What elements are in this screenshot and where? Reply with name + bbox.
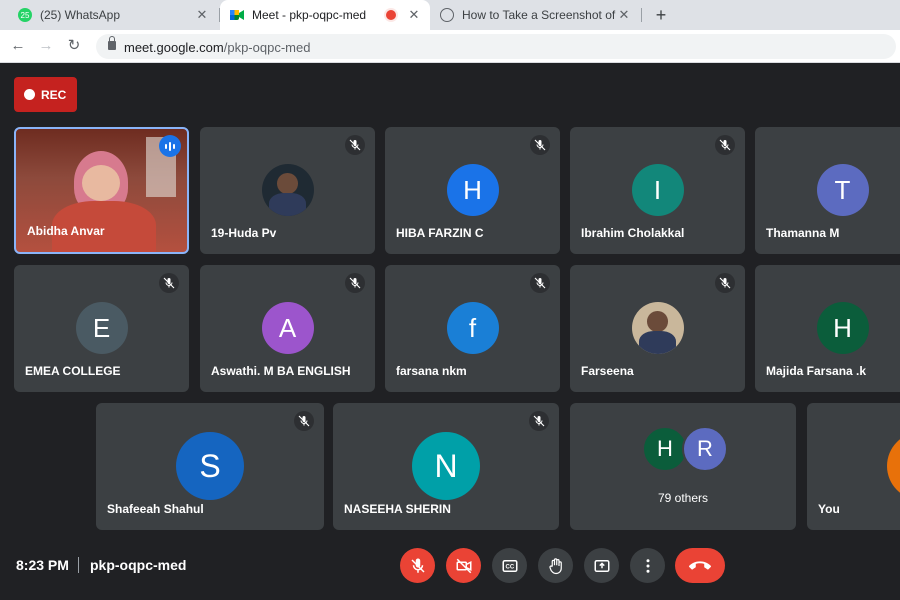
avatar: H — [446, 164, 499, 216]
participant-tile[interactable]: 19-Huda Pv — [200, 127, 375, 254]
participant-name: Farseena — [581, 364, 634, 378]
tab-whatsapp[interactable]: 25 (25) WhatsApp ✕ — [8, 0, 218, 30]
clock: 8:23 PM — [16, 557, 69, 573]
recording-dot-icon — [386, 10, 396, 20]
avatar: f — [446, 302, 499, 354]
participant-tile[interactable]: S Shafeeah Shahul — [96, 403, 324, 530]
avatar: N — [412, 432, 480, 500]
participant-tile[interactable]: A Aswathi. M BA ENGLISH — [200, 265, 375, 392]
tab-article[interactable]: How to Take a Screenshot of a Go ✕ — [430, 0, 640, 30]
participant-name: 19-Huda Pv — [211, 226, 277, 240]
globe-icon — [440, 8, 454, 22]
muted-mic-icon — [715, 135, 735, 155]
participant-tile[interactable]: Abidha Anvar — [14, 127, 189, 254]
participant-name: You — [818, 502, 840, 516]
muted-mic-icon — [159, 273, 179, 293]
participant-tile[interactable]: H Majida Farsana .k — [755, 265, 900, 392]
close-icon[interactable]: ✕ — [406, 7, 422, 23]
camera-off-icon — [456, 558, 471, 573]
close-icon[interactable]: ✕ — [194, 7, 210, 23]
captions-button[interactable]: CC — [492, 548, 527, 583]
participant-name: Aswathi. M BA ENGLISH — [211, 364, 351, 378]
muted-mic-icon — [529, 411, 549, 431]
muted-mic-icon — [715, 273, 735, 293]
muted-mic-icon — [345, 273, 365, 293]
participant-name: Ibrahim Cholakkal — [581, 226, 685, 240]
more-options-button[interactable] — [630, 548, 665, 583]
participant-name: HIBA FARZIN C — [396, 226, 484, 240]
forward-icon[interactable]: → — [36, 36, 56, 56]
meet-icon — [230, 8, 244, 22]
captions-icon: CC — [502, 559, 517, 572]
participant-tile[interactable]: T Thamanna M — [755, 127, 900, 254]
url-path: /pkp-oqpc-med — [223, 40, 311, 55]
avatar-photo — [261, 164, 314, 216]
tab-title: (25) WhatsApp — [40, 8, 121, 22]
muted-mic-icon — [345, 135, 365, 155]
close-icon[interactable]: ✕ — [616, 7, 632, 23]
lock-icon — [108, 36, 116, 50]
muted-mic-icon — [530, 273, 550, 293]
avatar-photo — [631, 302, 684, 354]
url-text: meet.google.com/pkp-oqpc-med — [124, 40, 310, 55]
recording-dot-icon — [24, 89, 35, 100]
participant-name: NASEEHA SHERIN — [344, 502, 451, 516]
url-host: meet.google.com — [124, 40, 224, 55]
browser-toolbar: ← → ↻ meet.google.com/pkp-oqpc-med — [0, 30, 900, 63]
participant-tile[interactable]: N NASEEHA SHERIN — [333, 403, 559, 530]
hang-up-icon — [689, 560, 711, 570]
avatar: S — [176, 432, 244, 500]
tab-title: Meet - pkp-oqpc-med — [252, 8, 367, 22]
avatar — [887, 432, 900, 500]
participant-name: farsana nkm — [396, 364, 467, 378]
participant-name: Shafeeah Shahul — [107, 502, 204, 516]
others-count: 79 others — [657, 491, 709, 505]
svg-text:CC: CC — [505, 564, 514, 570]
speaking-indicator-icon — [159, 135, 181, 157]
present-icon — [594, 559, 609, 572]
tab-meet[interactable]: Meet - pkp-oqpc-med ✕ — [220, 0, 430, 30]
divider — [78, 557, 79, 573]
avatar: H — [816, 302, 869, 354]
meeting-code: pkp-oqpc-med — [90, 557, 187, 573]
avatar: T — [816, 164, 869, 216]
participant-tile[interactable]: Farseena — [570, 265, 745, 392]
reload-icon[interactable]: ↻ — [64, 36, 84, 56]
tab-title: How to Take a Screenshot of a Go — [462, 8, 616, 22]
recording-badge: REC — [14, 77, 77, 112]
raise-hand-button[interactable] — [538, 548, 573, 583]
participant-name: EMEA COLLEGE — [25, 364, 121, 378]
tab-separator — [641, 8, 642, 22]
muted-mic-icon — [294, 411, 314, 431]
leave-call-button[interactable] — [675, 548, 725, 583]
whatsapp-icon: 25 — [18, 8, 32, 22]
avatar: A — [261, 302, 314, 354]
participant-name: Majida Farsana .k — [766, 364, 867, 378]
participant-tile[interactable]: f farsana nkm — [385, 265, 560, 392]
avatar: E — [75, 302, 128, 354]
participant-tile[interactable]: E EMEA COLLEGE — [14, 265, 189, 392]
participant-tile[interactable]: I Ibrahim Cholakkal — [570, 127, 745, 254]
participant-name: Abidha Anvar — [27, 224, 105, 238]
others-tile[interactable]: H R 79 others — [570, 403, 796, 530]
avatar: R — [682, 426, 728, 472]
more-icon — [646, 558, 649, 573]
muted-mic-icon — [530, 135, 550, 155]
address-bar[interactable]: meet.google.com/pkp-oqpc-med — [96, 34, 896, 59]
new-tab-icon[interactable]: + — [650, 4, 672, 26]
participant-tile[interactable]: H HIBA FARZIN C — [385, 127, 560, 254]
back-icon[interactable]: ← — [8, 36, 28, 56]
browser-tab-strip: 25 (25) WhatsApp ✕ Meet - pkp-oqpc-med ✕… — [0, 0, 900, 30]
self-tile[interactable]: You — [807, 403, 900, 530]
camera-toggle-button[interactable] — [446, 548, 481, 583]
recording-label: REC — [41, 87, 67, 102]
mic-toggle-button[interactable] — [400, 548, 435, 583]
mic-off-icon — [410, 558, 425, 573]
present-button[interactable] — [584, 548, 619, 583]
avatar: I — [631, 164, 684, 216]
participant-name: Thamanna M — [766, 226, 840, 240]
raise-hand-icon — [548, 557, 562, 574]
